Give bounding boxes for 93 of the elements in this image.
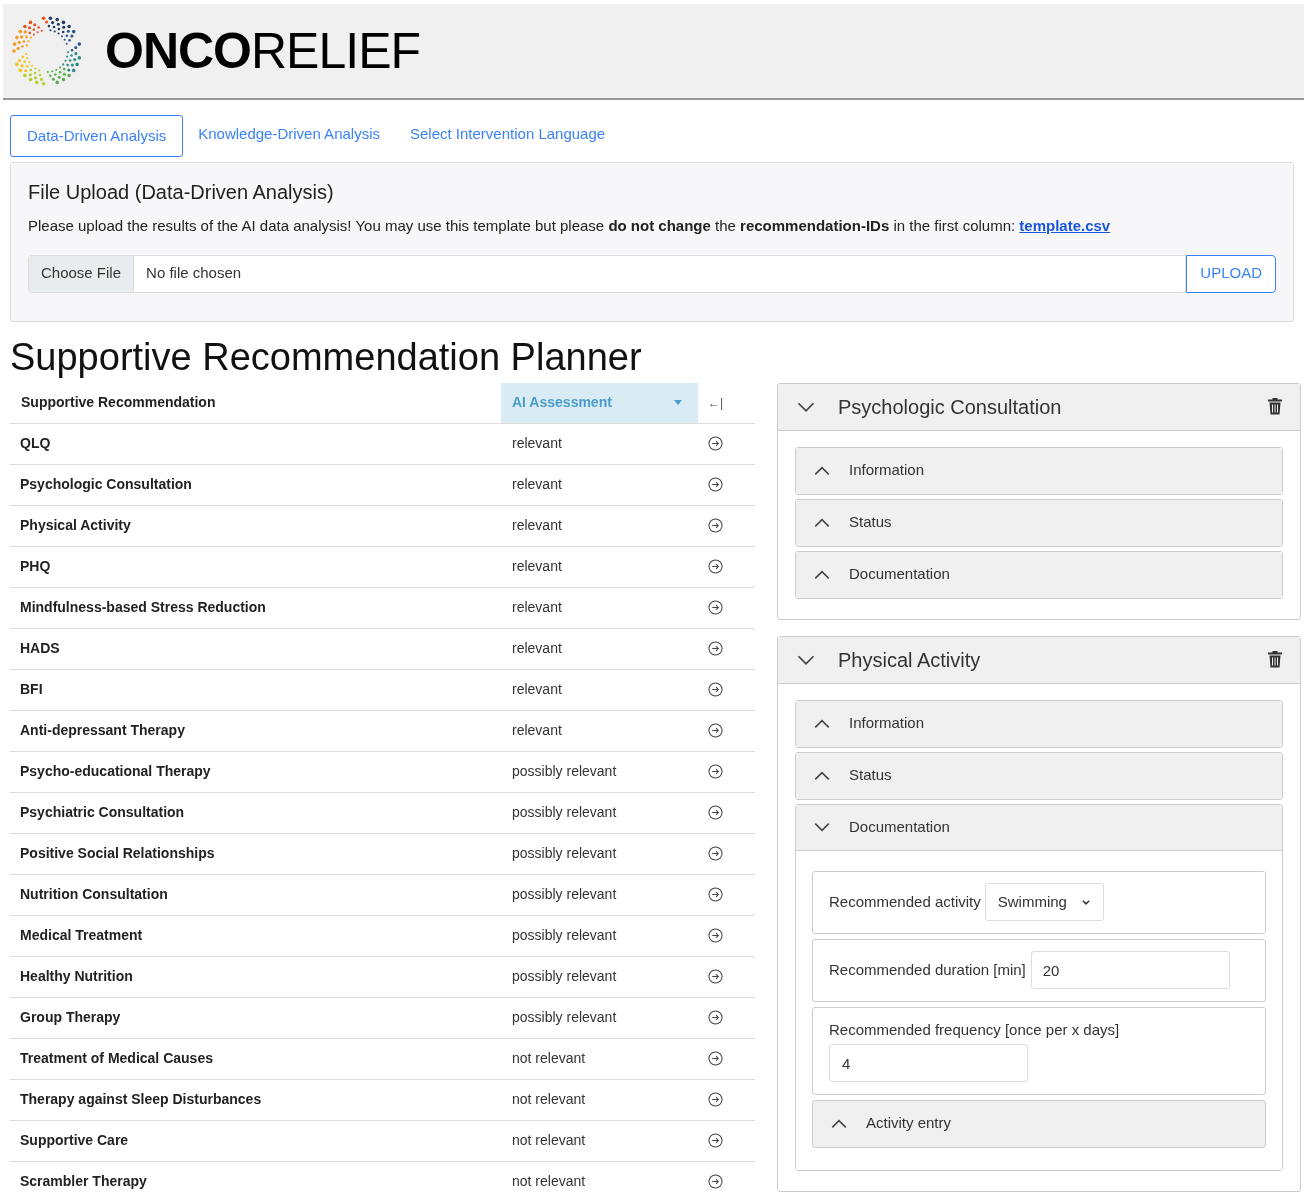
table-cell-text: possibly relevant (511, 967, 618, 986)
section-header[interactable]: Documentation (796, 804, 1282, 851)
tab[interactable]: Knowledge-Driven Analysis (183, 115, 395, 157)
field-label: Recommended activity (829, 891, 981, 912)
table-cell-text: not relevant (511, 1090, 587, 1109)
arrow-circle-icon[interactable] (708, 846, 723, 861)
brand-name: ONCORELIEF (105, 21, 421, 81)
choose-file-button[interactable]: Choose File (29, 255, 135, 292)
table-cell-text: possibly relevant (511, 762, 618, 781)
upload-button[interactable]: UPLOAD (1186, 254, 1276, 293)
table-cell-text: relevant (511, 475, 563, 494)
arrow-circle-icon[interactable] (708, 436, 723, 451)
table-cell-text: Scrambler Therapy (19, 1172, 148, 1191)
file-status: No file chosen (145, 263, 243, 284)
table-cell-text: Positive Social Relationships (19, 844, 216, 863)
arrow-circle-icon[interactable] (708, 477, 723, 492)
table-cell-text: relevant (511, 639, 563, 658)
arrow-circle-icon[interactable] (708, 969, 723, 984)
table-cell-text: possibly relevant (511, 1008, 618, 1027)
arrow-circle-icon[interactable] (708, 518, 723, 533)
table-cell-text: relevant (511, 680, 563, 699)
tab[interactable]: Data-Driven Analysis (10, 115, 184, 157)
trash-icon[interactable] (1268, 651, 1282, 668)
collapse-icon[interactable]: ←| (708, 393, 724, 412)
table-cell-text: BFI (19, 680, 44, 699)
table-cell-text: Psycho-educational Therapy (19, 762, 212, 781)
panel-title: Psychologic Consultation (838, 394, 1063, 420)
table-cell-text: relevant (511, 557, 563, 576)
sort-caret-icon (674, 400, 682, 405)
arrow-circle-icon[interactable] (708, 682, 723, 697)
table-cell-text: relevant (511, 598, 563, 617)
arrow-circle-icon[interactable] (708, 1092, 723, 1107)
arrow-circle-icon[interactable] (708, 887, 723, 902)
panel-header[interactable]: Psychologic Consultation (778, 383, 1300, 431)
upload-title: File Upload (Data-Driven Analysis) (28, 180, 335, 205)
arrow-circle-icon[interactable] (708, 559, 723, 574)
section-header[interactable]: Status (796, 752, 1282, 799)
arrow-circle-icon[interactable] (708, 1010, 723, 1025)
frequency-input[interactable]: 4 (829, 1044, 1028, 1083)
table-cell-text: Treatment of Medical Causes (19, 1049, 214, 1068)
logo-icon (11, 15, 83, 87)
table-cell-text: Anti-depressant Therapy (19, 721, 186, 740)
table-cell-text: relevant (511, 721, 563, 740)
section-header[interactable]: Information (796, 700, 1282, 747)
arrow-circle-icon[interactable] (708, 805, 723, 820)
table-cell-text: possibly relevant (511, 803, 618, 822)
table-cell-text: Medical Treatment (19, 926, 144, 945)
table-cell-text: relevant (511, 516, 563, 535)
field-label: Recommended duration [min] (829, 959, 1026, 980)
page-title: Supportive Recommendation Planner (10, 334, 643, 380)
arrow-circle-icon[interactable] (708, 1051, 723, 1066)
arrow-circle-icon[interactable] (708, 1174, 723, 1189)
panel-title: Physical Activity (838, 647, 982, 673)
arrow-circle-icon[interactable] (708, 641, 723, 656)
arrow-circle-icon[interactable] (708, 764, 723, 779)
section-header[interactable]: Status (796, 499, 1282, 546)
arrow-circle-icon[interactable] (708, 723, 723, 738)
tab[interactable]: Select Intervention Language (395, 115, 621, 157)
activity-select[interactable]: Swimming (984, 883, 1104, 921)
table-cell-text: Therapy against Sleep Disturbances (19, 1090, 263, 1109)
file-field[interactable]: Choose File No file chosen (28, 254, 1187, 293)
arrow-circle-icon[interactable] (708, 600, 723, 615)
table-cell-text: QLQ (19, 434, 52, 453)
table-cell-text: PHQ (19, 557, 52, 576)
panel-header[interactable]: Physical Activity (778, 636, 1300, 684)
table-cell-text: not relevant (511, 1131, 587, 1150)
table-cell-text: possibly relevant (511, 885, 618, 904)
table-cell-text: not relevant (511, 1172, 587, 1191)
table-cell-text: Nutrition Consultation (19, 885, 169, 904)
table-cell-text: possibly relevant (511, 926, 618, 945)
arrow-circle-icon[interactable] (708, 1133, 723, 1148)
table-cell-text: Mindfulness-based Stress Reduction (19, 598, 267, 617)
template-link[interactable]: template.csv (1019, 217, 1111, 234)
table-cell-text: Physical Activity (19, 516, 132, 535)
column-header[interactable]: Supportive Recommendation (10, 382, 501, 423)
table-cell-text: relevant (511, 434, 563, 453)
section-header[interactable]: Information (796, 447, 1282, 494)
arrow-circle-icon[interactable] (708, 928, 723, 943)
duration-input[interactable]: 20 (1030, 951, 1230, 989)
table-cell-text: not relevant (511, 1049, 587, 1068)
table-cell-text: HADS (19, 639, 61, 658)
table-cell-text: Psychologic Consultation (19, 475, 193, 494)
field-label: Recommended frequency [once per x days] (829, 1019, 1121, 1040)
section-header[interactable]: Activity entry (812, 1099, 1266, 1148)
table-cell-text: Group Therapy (19, 1008, 122, 1027)
upload-description: Please upload the results of the AI data analysis! You may use this template but please do not change the recommendation-IDs in the first column: template.csv (28, 216, 1112, 236)
table-cell-text: Healthy Nutrition (19, 967, 134, 986)
table-cell-text: Psychiatric Consultation (19, 803, 186, 822)
section-header[interactable]: Documentation (796, 551, 1282, 598)
trash-icon[interactable] (1268, 398, 1282, 415)
table-cell-text: possibly relevant (511, 844, 618, 863)
table-cell-text: Supportive Care (19, 1131, 130, 1150)
chevron-down-icon (1080, 897, 1091, 907)
